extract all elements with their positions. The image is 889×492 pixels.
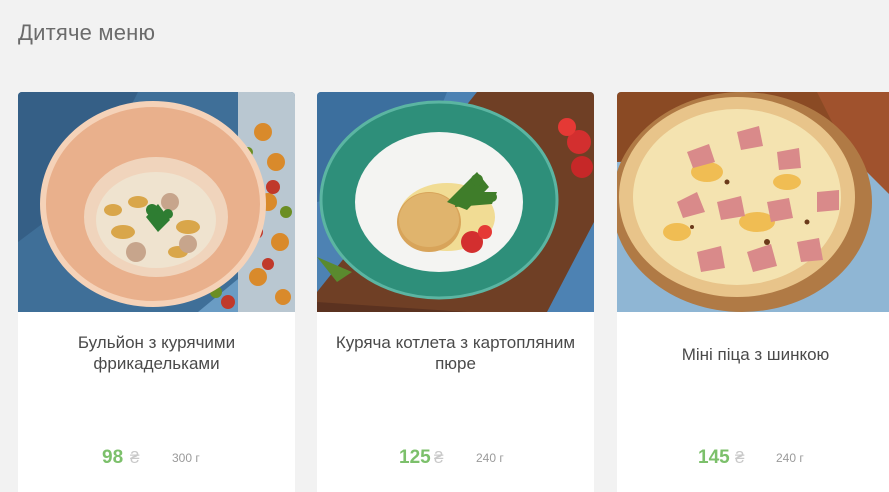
dish-price: 98 (102, 447, 124, 468)
price-row: 145 ₴ 240 г (617, 446, 889, 470)
dish-photo-pizza (617, 92, 889, 312)
dish-weight: 300 г (172, 451, 200, 465)
section-title: Дитяче меню (18, 20, 156, 45)
dish-weight: 240 г (776, 451, 804, 465)
menu-item-card[interactable]: Міні піца з шинкою 145 ₴ 240 г (617, 92, 889, 492)
dish-photo-cutlet (317, 92, 594, 312)
price-row: 98 ₴ 300 г (18, 446, 295, 470)
menu-item-card[interactable]: Куряча котлета з картопляним пюре 125 ₴ … (317, 92, 594, 492)
menu-item-card[interactable]: Бульйон з курячими фрикадельками 98 ₴ 30… (18, 92, 295, 492)
dish-name: Міні піца з шинкою (681, 345, 830, 364)
currency-icon: ₴ (735, 448, 745, 467)
price-row: 125 ₴ 240 г (317, 446, 594, 470)
dish-name: Куряча котлета з картопляним пюре (335, 333, 576, 373)
currency-icon: ₴ (130, 448, 140, 467)
dish-name: Бульйон з курячими фрикадельками (77, 333, 236, 373)
dish-photo-soup (18, 92, 295, 312)
dish-weight: 240 г (476, 451, 504, 465)
dish-price: 125 (399, 447, 431, 468)
currency-icon: ₴ (434, 448, 444, 467)
dish-price: 145 (698, 447, 730, 468)
